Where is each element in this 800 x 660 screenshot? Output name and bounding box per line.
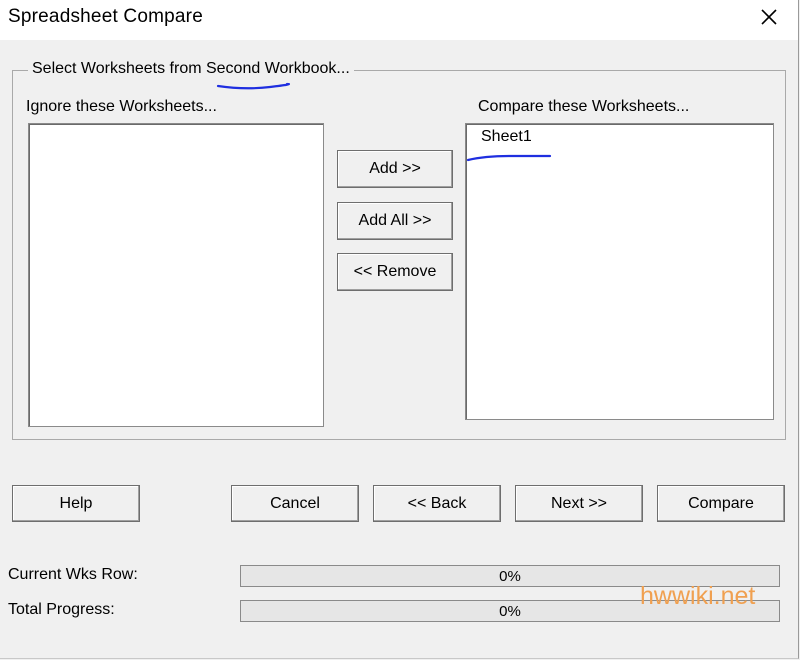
close-icon[interactable] bbox=[756, 4, 782, 30]
watermark-text: hwwiki.net bbox=[640, 582, 756, 610]
back-button[interactable]: << Back bbox=[373, 485, 501, 522]
next-button[interactable]: Next >> bbox=[515, 485, 643, 522]
total-progress-label: Total Progress: bbox=[8, 601, 115, 618]
list-item-sheet1[interactable]: Sheet1 bbox=[481, 128, 532, 146]
ignore-list-label: Ignore these Worksheets... bbox=[26, 98, 217, 115]
annotation-underline-sheet1 bbox=[466, 154, 552, 162]
add-all-button[interactable]: Add All >> bbox=[337, 202, 453, 240]
compare-worksheets-list[interactable]: Sheet1 bbox=[465, 123, 774, 420]
spreadsheet-compare-dialog: Spreadsheet Compare Select Worksheets fr… bbox=[0, 0, 799, 659]
window-title: Spreadsheet Compare bbox=[8, 6, 203, 27]
group-legend: Select Worksheets from Second Workbook..… bbox=[28, 60, 354, 78]
annotation-underline-second bbox=[216, 82, 290, 90]
remove-button[interactable]: << Remove bbox=[337, 253, 453, 291]
add-button[interactable]: Add >> bbox=[337, 150, 453, 188]
cancel-button[interactable]: Cancel bbox=[231, 485, 359, 522]
help-button[interactable]: Help bbox=[12, 485, 140, 522]
current-row-label: Current Wks Row: bbox=[8, 566, 138, 583]
title-bar: Spreadsheet Compare bbox=[0, 0, 798, 40]
compare-button[interactable]: Compare bbox=[657, 485, 785, 522]
ignore-worksheets-list[interactable] bbox=[28, 123, 324, 427]
compare-list-label: Compare these Worksheets... bbox=[478, 98, 690, 115]
